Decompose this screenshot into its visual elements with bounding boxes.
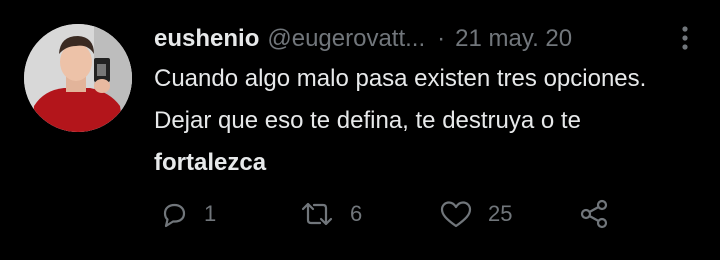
reply-count: 1	[204, 201, 217, 226]
avatar-photo	[24, 24, 132, 132]
share-icon	[580, 199, 608, 229]
tweet-text: Cuando algo malo pasa existen tres opcio…	[154, 58, 674, 184]
share-button[interactable]	[578, 196, 610, 232]
like-button[interactable]: 25	[440, 196, 512, 232]
like-count: 25	[488, 201, 513, 226]
reply-icon	[163, 203, 186, 228]
tweet-actions: 1 6 25	[154, 196, 634, 232]
tweet-date[interactable]: 21 may. 20	[455, 25, 572, 53]
tweet-header: eushenio @eugerovatt... · 21 may. 20	[154, 22, 690, 56]
tweet-text-bold: fortalezca	[154, 149, 267, 176]
retweet-count: 6	[350, 201, 363, 226]
author-name[interactable]: eushenio	[154, 25, 259, 53]
retweet-icon	[301, 202, 333, 226]
retweet-button[interactable]: 6	[300, 196, 362, 232]
tweet: eushenio @eugerovatt... · 21 may. 20 Cua…	[0, 0, 720, 260]
heart-icon	[440, 201, 472, 228]
reply-button[interactable]: 1	[160, 196, 216, 232]
author-handle[interactable]: @eugerovatt...	[267, 25, 425, 53]
more-options-icon	[682, 26, 688, 50]
tweet-text-regular: Cuando algo malo pasa existen tres opcio…	[154, 65, 647, 134]
separator-dot: ·	[437, 25, 446, 52]
more-options-button[interactable]	[680, 24, 690, 52]
avatar[interactable]	[24, 24, 132, 132]
